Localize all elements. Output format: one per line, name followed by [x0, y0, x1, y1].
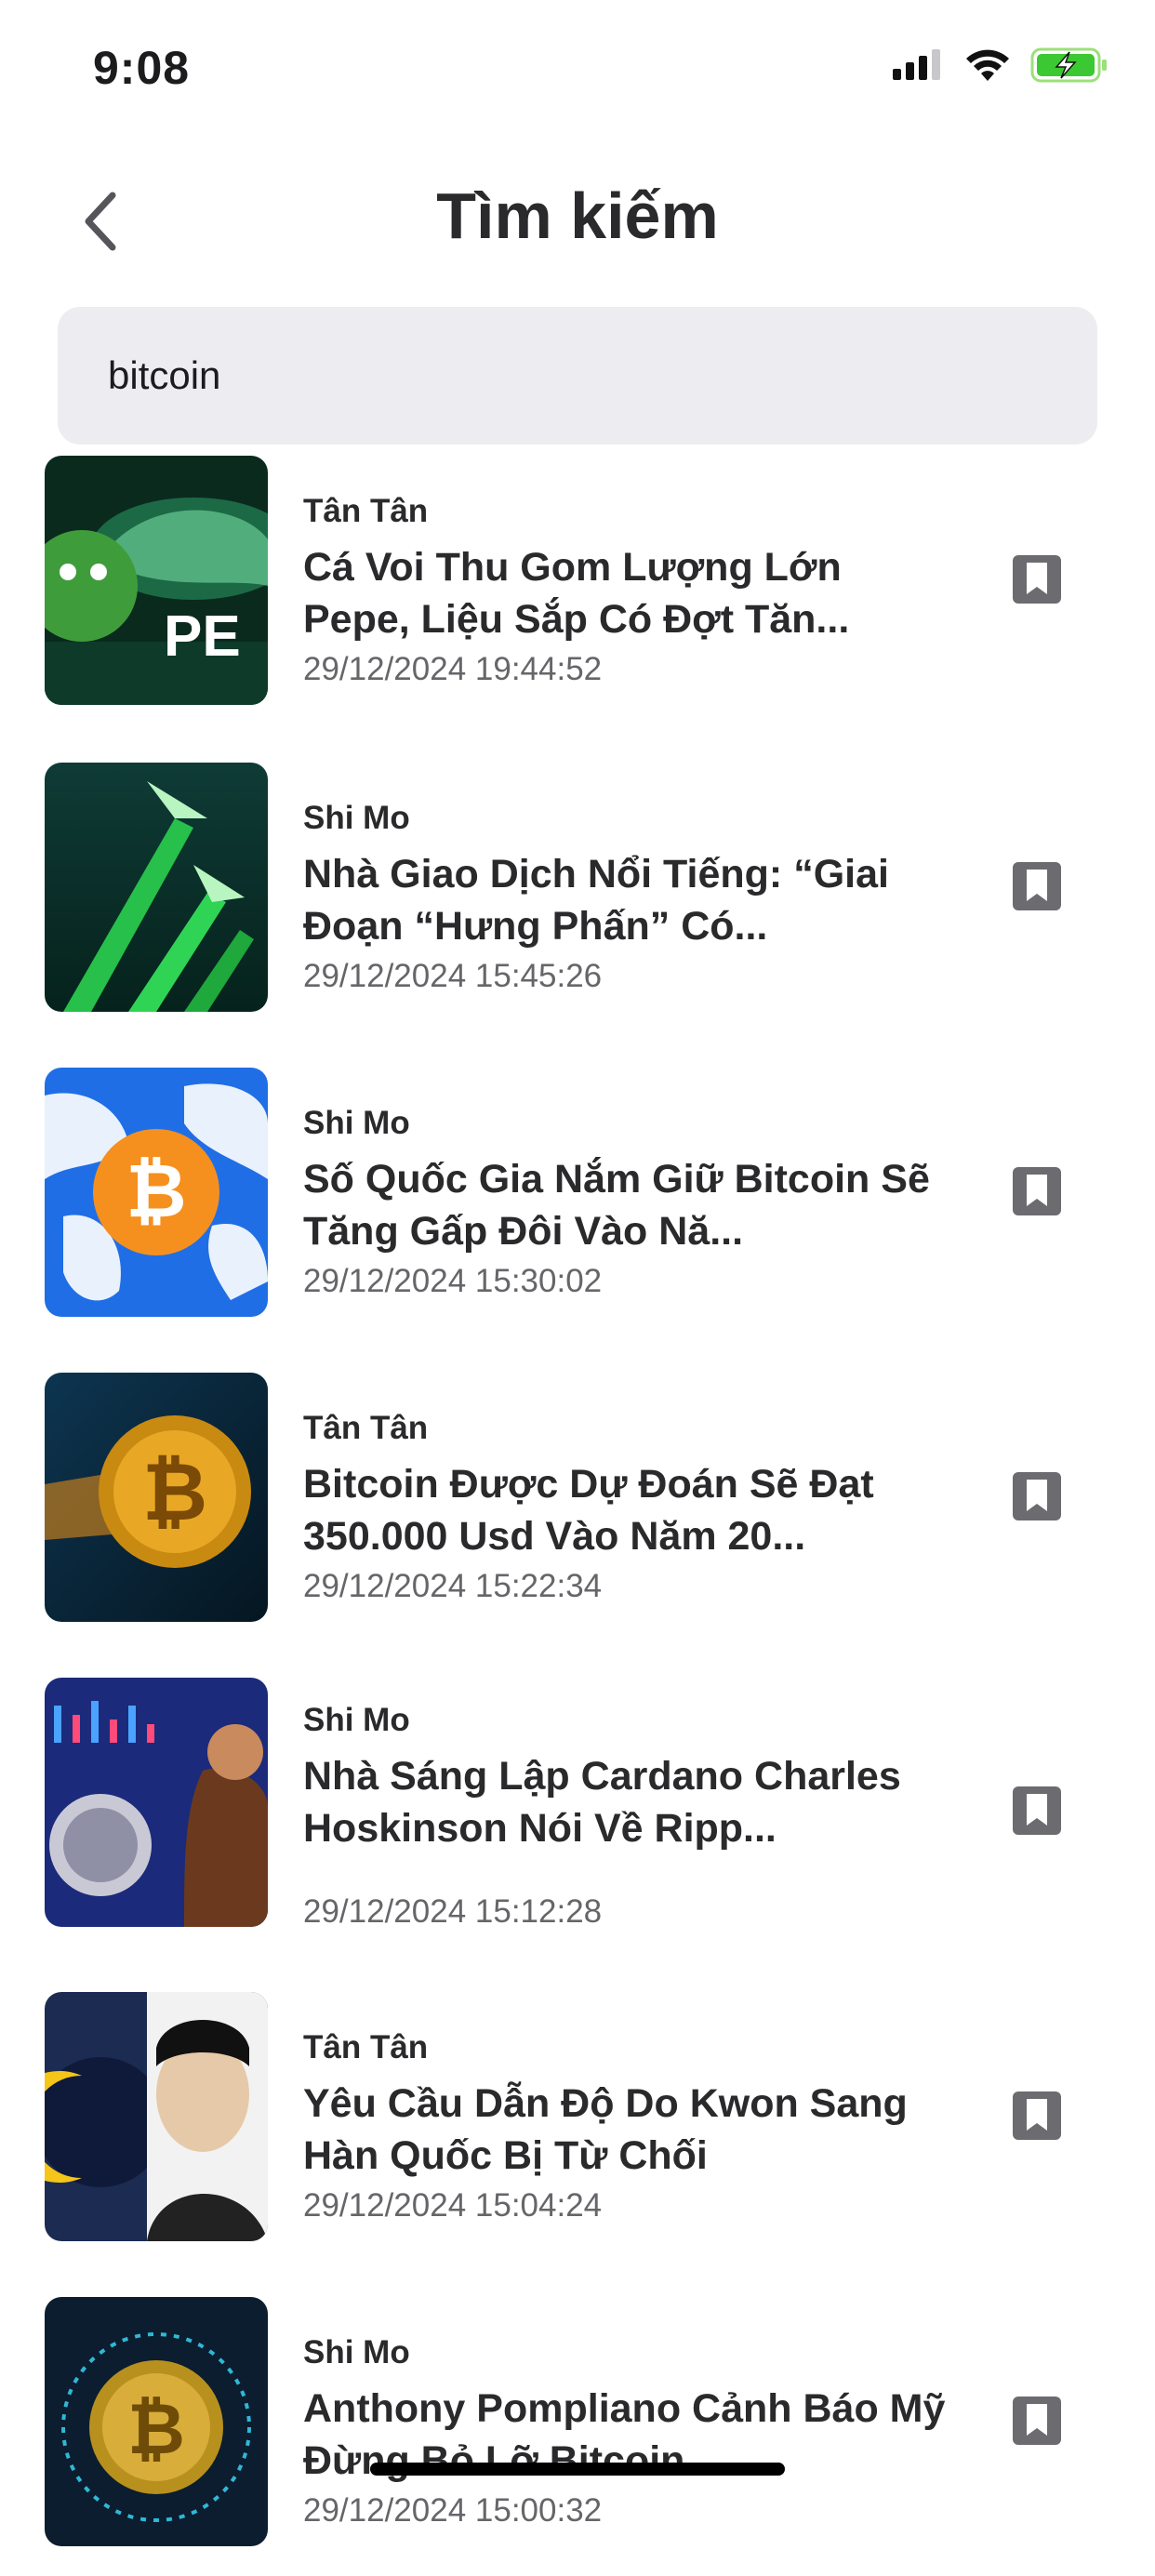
article-author: Tân Tân: [303, 1410, 429, 1446]
article-thumbnail: [45, 763, 268, 1012]
article-thumbnail: ₿: [45, 1068, 268, 1317]
bookmark-button[interactable]: [1004, 549, 1069, 614]
article-author: Tân Tân: [303, 493, 429, 529]
search-field[interactable]: [58, 307, 1097, 445]
article-thumbnail: ₿: [45, 1373, 268, 1622]
list-item[interactable]: PE Tân Tân Cá Voi Thu Gom Lượng Lớn Pepe…: [0, 456, 1155, 735]
nav-header: Tìm kiếm: [0, 158, 1155, 288]
article-meta: Shi Mo Anthony Pompliano Cảnh Báo Mỹ Đừn…: [303, 2334, 954, 2530]
page-title: Tìm kiếm: [436, 179, 719, 252]
bookmark-icon: [1011, 2395, 1063, 2451]
article-thumbnail: [45, 1992, 268, 2241]
bookmark-icon: [1011, 1165, 1063, 1222]
battery-charging-icon: [1030, 46, 1109, 88]
article-date: 29/12/2024 15:45:26: [303, 958, 603, 994]
article-date: 29/12/2024 15:00:32: [303, 2492, 603, 2529]
article-author: Shi Mo: [303, 2334, 410, 2370]
article-date: 29/12/2024 15:04:24: [303, 2187, 603, 2224]
article-author: Tân Tân: [303, 2029, 429, 2065]
article-date: 29/12/2024 15:22:34: [303, 1568, 603, 1604]
article-date: 29/12/2024 15:12:28: [303, 1893, 603, 1930]
search-input[interactable]: [106, 352, 1097, 399]
list-item[interactable]: ₿ Shi Mo Số Quốc Gia Nắm Giữ Bitcoin Sẽ …: [0, 1068, 1155, 1347]
bookmark-button[interactable]: [1004, 856, 1069, 921]
list-item[interactable]: ₿ Tân Tân Bitcoin Được Dự Đoán Sẽ Đạt 35…: [0, 1373, 1155, 1652]
article-meta: Tân Tân Cá Voi Thu Gom Lượng Lớn Pepe, L…: [303, 493, 954, 688]
article-meta: Shi Mo Nhà Sáng Lập Cardano Charles Hosk…: [303, 1702, 954, 1931]
svg-text:₿: ₿: [127, 2390, 185, 2469]
article-thumbnail: [45, 1678, 268, 1927]
bookmark-button[interactable]: [1004, 2390, 1069, 2455]
list-item[interactable]: Shi Mo Nhà Giao Dịch Nổi Tiếng: “Giai Đo…: [0, 763, 1155, 1042]
article-date: 29/12/2024 19:44:52: [303, 651, 603, 687]
wifi-icon: [963, 47, 1012, 87]
thumbnail-text: PE: [164, 604, 241, 669]
bookmark-icon: [1011, 1470, 1063, 1527]
cellular-signal-icon: [893, 48, 945, 86]
list-item[interactable]: ₿ Shi Mo Anthony Pompliano Cảnh Báo Mỹ Đ…: [0, 2297, 1155, 2576]
article-title: Nhà Sáng Lập Cardano Charles Hoskinson N…: [303, 1754, 901, 1851]
article-author: Shi Mo: [303, 1105, 410, 1141]
bookmark-icon: [1011, 553, 1063, 610]
article-meta: Shi Mo Số Quốc Gia Nắm Giữ Bitcoin Sẽ Tă…: [303, 1105, 954, 1300]
article-thumbnail: ₿: [45, 2297, 268, 2546]
bookmark-button[interactable]: [1004, 1161, 1069, 1226]
svg-text:₿: ₿: [142, 1448, 207, 1537]
article-date: 29/12/2024 15:30:02: [303, 1263, 603, 1299]
bookmark-icon: [1011, 1785, 1063, 1841]
bookmark-button[interactable]: [1004, 1780, 1069, 1845]
list-item[interactable]: Tân Tân Yêu Cầu Dẫn Độ Do Kwon Sang Hàn …: [0, 1992, 1155, 2271]
article-author: Shi Mo: [303, 800, 410, 836]
article-title: Số Quốc Gia Nắm Giữ Bitcoin Sẽ Tăng Gấp …: [303, 1157, 930, 1254]
bookmark-button[interactable]: [1004, 1466, 1069, 1531]
article-meta: Tân Tân Yêu Cầu Dẫn Độ Do Kwon Sang Hàn …: [303, 2029, 954, 2224]
article-title: Yêu Cầu Dẫn Độ Do Kwon Sang Hàn Quốc Bị …: [303, 2081, 908, 2178]
bookmark-icon: [1011, 860, 1063, 917]
status-bar: 9:08: [0, 0, 1155, 139]
status-time: 9:08: [93, 42, 191, 94]
bookmark-button[interactable]: [1004, 2085, 1069, 2150]
article-author: Shi Mo: [303, 1702, 410, 1738]
status-icons: [893, 46, 1109, 88]
bookmark-icon: [1011, 2090, 1063, 2146]
article-meta: Shi Mo Nhà Giao Dịch Nổi Tiếng: “Giai Đo…: [303, 800, 954, 995]
article-title: Cá Voi Thu Gom Lượng Lớn Pepe, Liệu Sắp …: [303, 545, 850, 642]
home-indicator[interactable]: [370, 2463, 785, 2476]
article-title: Bitcoin Được Dự Đoán Sẽ Đạt 350.000 Usd …: [303, 1462, 874, 1559]
list-item[interactable]: Shi Mo Nhà Sáng Lập Cardano Charles Hosk…: [0, 1678, 1155, 1957]
article-thumbnail: PE: [45, 456, 268, 705]
article-meta: Tân Tân Bitcoin Được Dự Đoán Sẽ Đạt 350.…: [303, 1410, 954, 1605]
svg-text:₿: ₿: [126, 1149, 186, 1232]
article-title: Nhà Giao Dịch Nổi Tiếng: “Giai Đoạn “Hưn…: [303, 852, 889, 949]
